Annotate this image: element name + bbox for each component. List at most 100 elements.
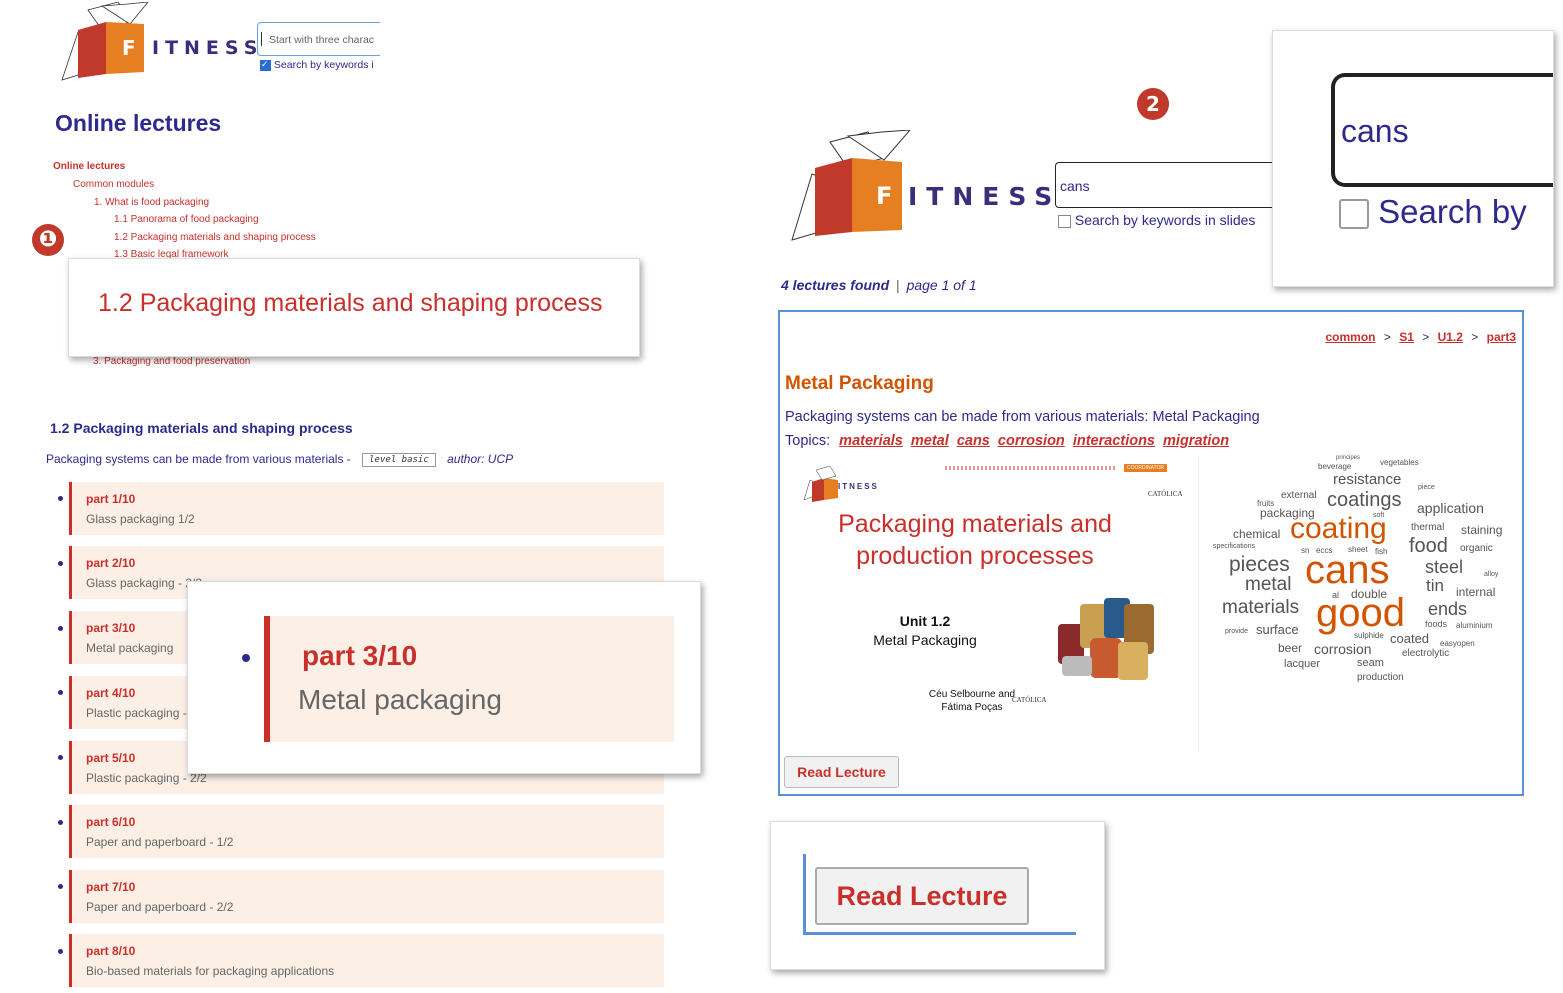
level-tag: level basic: [362, 452, 436, 467]
breadcrumb-common[interactable]: common: [1325, 330, 1375, 344]
zoom-part-subtitle: Metal packaging: [298, 684, 502, 715]
section-desc-text: Packaging systems can be made from vario…: [46, 452, 351, 466]
cloud-word: application: [1417, 500, 1484, 516]
cloud-word: beverage: [1318, 462, 1352, 471]
slide-thumbnail[interactable]: COORDINATOR ITNESS CATÓLICA Packaging ma…: [790, 458, 1199, 752]
author-text: author: UCP: [447, 452, 514, 466]
results-count: 4 lectures found: [781, 277, 890, 293]
cloud-word: cans: [1305, 548, 1390, 592]
topic-metal[interactable]: metal: [911, 433, 949, 449]
topic-interactions[interactable]: interactions: [1073, 433, 1155, 449]
zoom-read-lecture-button[interactable]: Read Lecture: [815, 867, 1029, 925]
logo-book-icon: [61, 2, 149, 81]
logo-word: ITNESS: [908, 182, 1062, 211]
search-keywords-option[interactable]: Search by keywords i: [260, 59, 380, 73]
slide-univ: CATÓLICA: [1148, 490, 1183, 498]
search-keywords-option[interactable]: Search by keywords in slides: [1058, 212, 1255, 228]
toc-common-modules[interactable]: Common modules: [73, 179, 154, 190]
keywords-checkbox[interactable]: [260, 59, 271, 71]
cloud-word: foods: [1425, 619, 1448, 629]
list-bullet: [58, 884, 63, 889]
toc-packaging-materials[interactable]: 1.2 Packaging materials and shaping proc…: [114, 232, 316, 243]
zoom-search-input[interactable]: cans: [1331, 73, 1553, 187]
cloud-word: steel: [1425, 557, 1464, 577]
keywords-checkbox[interactable]: [1058, 214, 1071, 228]
toc-food-preservation[interactable]: 3. Packaging and food preservation: [93, 356, 250, 367]
result-description: Packaging systems can be made from vario…: [785, 409, 1260, 425]
slide-title-2: production processes: [856, 542, 1094, 570]
part-title: part 2/10: [86, 556, 136, 570]
result-title[interactable]: Metal Packaging: [785, 373, 934, 395]
search-value: cans: [1060, 178, 1090, 194]
list-bullet: [58, 561, 63, 566]
cloud-word: sulphide: [1354, 631, 1384, 640]
zoom-callout-part: part 3/10 Metal packaging: [187, 581, 701, 774]
part-item[interactable]: part 8/10 Bio-based materials for packag…: [69, 934, 664, 987]
cloud-word: materials: [1222, 597, 1300, 618]
part-subtitle: Glass packaging - 2/2: [86, 576, 203, 590]
toc-online-lectures[interactable]: Online lectures: [53, 161, 125, 172]
toc-panorama[interactable]: 1.1 Panorama of food packaging: [114, 214, 259, 225]
keywords-label: Search by keywords i: [273, 59, 374, 71]
slide-logo-icon: [803, 466, 838, 502]
part-subtitle: Bio-based materials for packaging applic…: [86, 964, 335, 978]
search-input[interactable]: Start with three charac: [257, 22, 380, 56]
topic-cans[interactable]: cans: [957, 433, 990, 449]
part-subtitle: Glass packaging 1/2: [86, 512, 195, 526]
cloud-word: external: [1281, 490, 1317, 501]
results-summary: 4 lectures found | page 1 of 1: [781, 277, 977, 293]
cloud-word: resistance: [1333, 471, 1402, 488]
zoom-keywords-checkbox[interactable]: [1339, 199, 1369, 230]
zoom-keywords-label: Search by: [1378, 193, 1527, 230]
list-bullet: [58, 496, 63, 501]
cloud-word: coated: [1390, 631, 1430, 646]
results-separator: |: [896, 277, 900, 293]
fitness-logo[interactable]: F ITNESS: [790, 130, 1052, 242]
part-subtitle: Paper and paperboard - 2/2: [86, 900, 234, 914]
slide-header-strip: [945, 466, 1115, 470]
zoom-part-item[interactable]: part 3/10 Metal packaging: [264, 616, 674, 742]
cloud-word: electrolytic: [1402, 648, 1450, 659]
part-subtitle: Metal packaging: [86, 641, 174, 655]
cloud-word: provide: [1225, 628, 1248, 635]
logo-letter: F: [876, 182, 893, 210]
cloud-word: organic: [1460, 543, 1493, 554]
slide-unit-sub: Metal Packaging: [873, 632, 977, 648]
breadcrumb-s1[interactable]: S1: [1399, 330, 1414, 344]
cloud-word: specifications: [1213, 543, 1256, 550]
cloud-word: coatings: [1327, 489, 1402, 511]
topic-materials[interactable]: materials: [839, 433, 903, 449]
list-bullet: [58, 690, 63, 695]
fitness-logo[interactable]: F ITNESS: [58, 2, 257, 82]
page-title: Online lectures: [55, 110, 222, 136]
cloud-word: corrosion: [1314, 641, 1372, 657]
zoom-keywords-option[interactable]: Search by: [1339, 193, 1527, 231]
search-input[interactable]: cans: [1055, 162, 1276, 208]
breadcrumb-sep: >: [1383, 330, 1391, 344]
cloud-word: metal: [1245, 574, 1292, 595]
logo-book-icon: [791, 130, 911, 241]
cloud-word: coating: [1290, 512, 1387, 545]
cloud-word: seam: [1357, 657, 1384, 669]
zoom-bullet: [242, 654, 250, 662]
breadcrumb-part3[interactable]: part3: [1487, 330, 1516, 344]
slide-unit: Unit 1.2: [899, 613, 951, 629]
topic-corrosion[interactable]: corrosion: [998, 433, 1065, 449]
logo-letter: F: [122, 36, 136, 60]
breadcrumb-u12[interactable]: U1.2: [1438, 330, 1463, 344]
list-bullet: [58, 626, 63, 631]
part-item[interactable]: part 6/10 Paper and paperboard - 1/2: [69, 805, 664, 858]
cloud-word: alloy: [1484, 571, 1499, 578]
part-item[interactable]: part 1/10 Glass packaging 1/2: [69, 482, 664, 535]
topic-migration[interactable]: migration: [1163, 433, 1229, 449]
cloud-word: aluminium: [1456, 621, 1493, 630]
step-badge-1: ❶: [32, 224, 64, 256]
read-lecture-button[interactable]: Read Lecture: [784, 756, 899, 788]
cloud-word: beer: [1278, 641, 1303, 655]
toc-what-is-food-packaging[interactable]: 1. What is food packaging: [94, 197, 209, 208]
part-item[interactable]: part 7/10 Paper and paperboard - 2/2: [69, 870, 664, 923]
part-title: part 4/10: [86, 686, 136, 700]
breadcrumb-sep: >: [1471, 330, 1479, 344]
zoom-toc-link[interactable]: 1.2 Packaging materials and shaping proc…: [98, 289, 602, 318]
cloud-word: ends: [1428, 599, 1468, 619]
